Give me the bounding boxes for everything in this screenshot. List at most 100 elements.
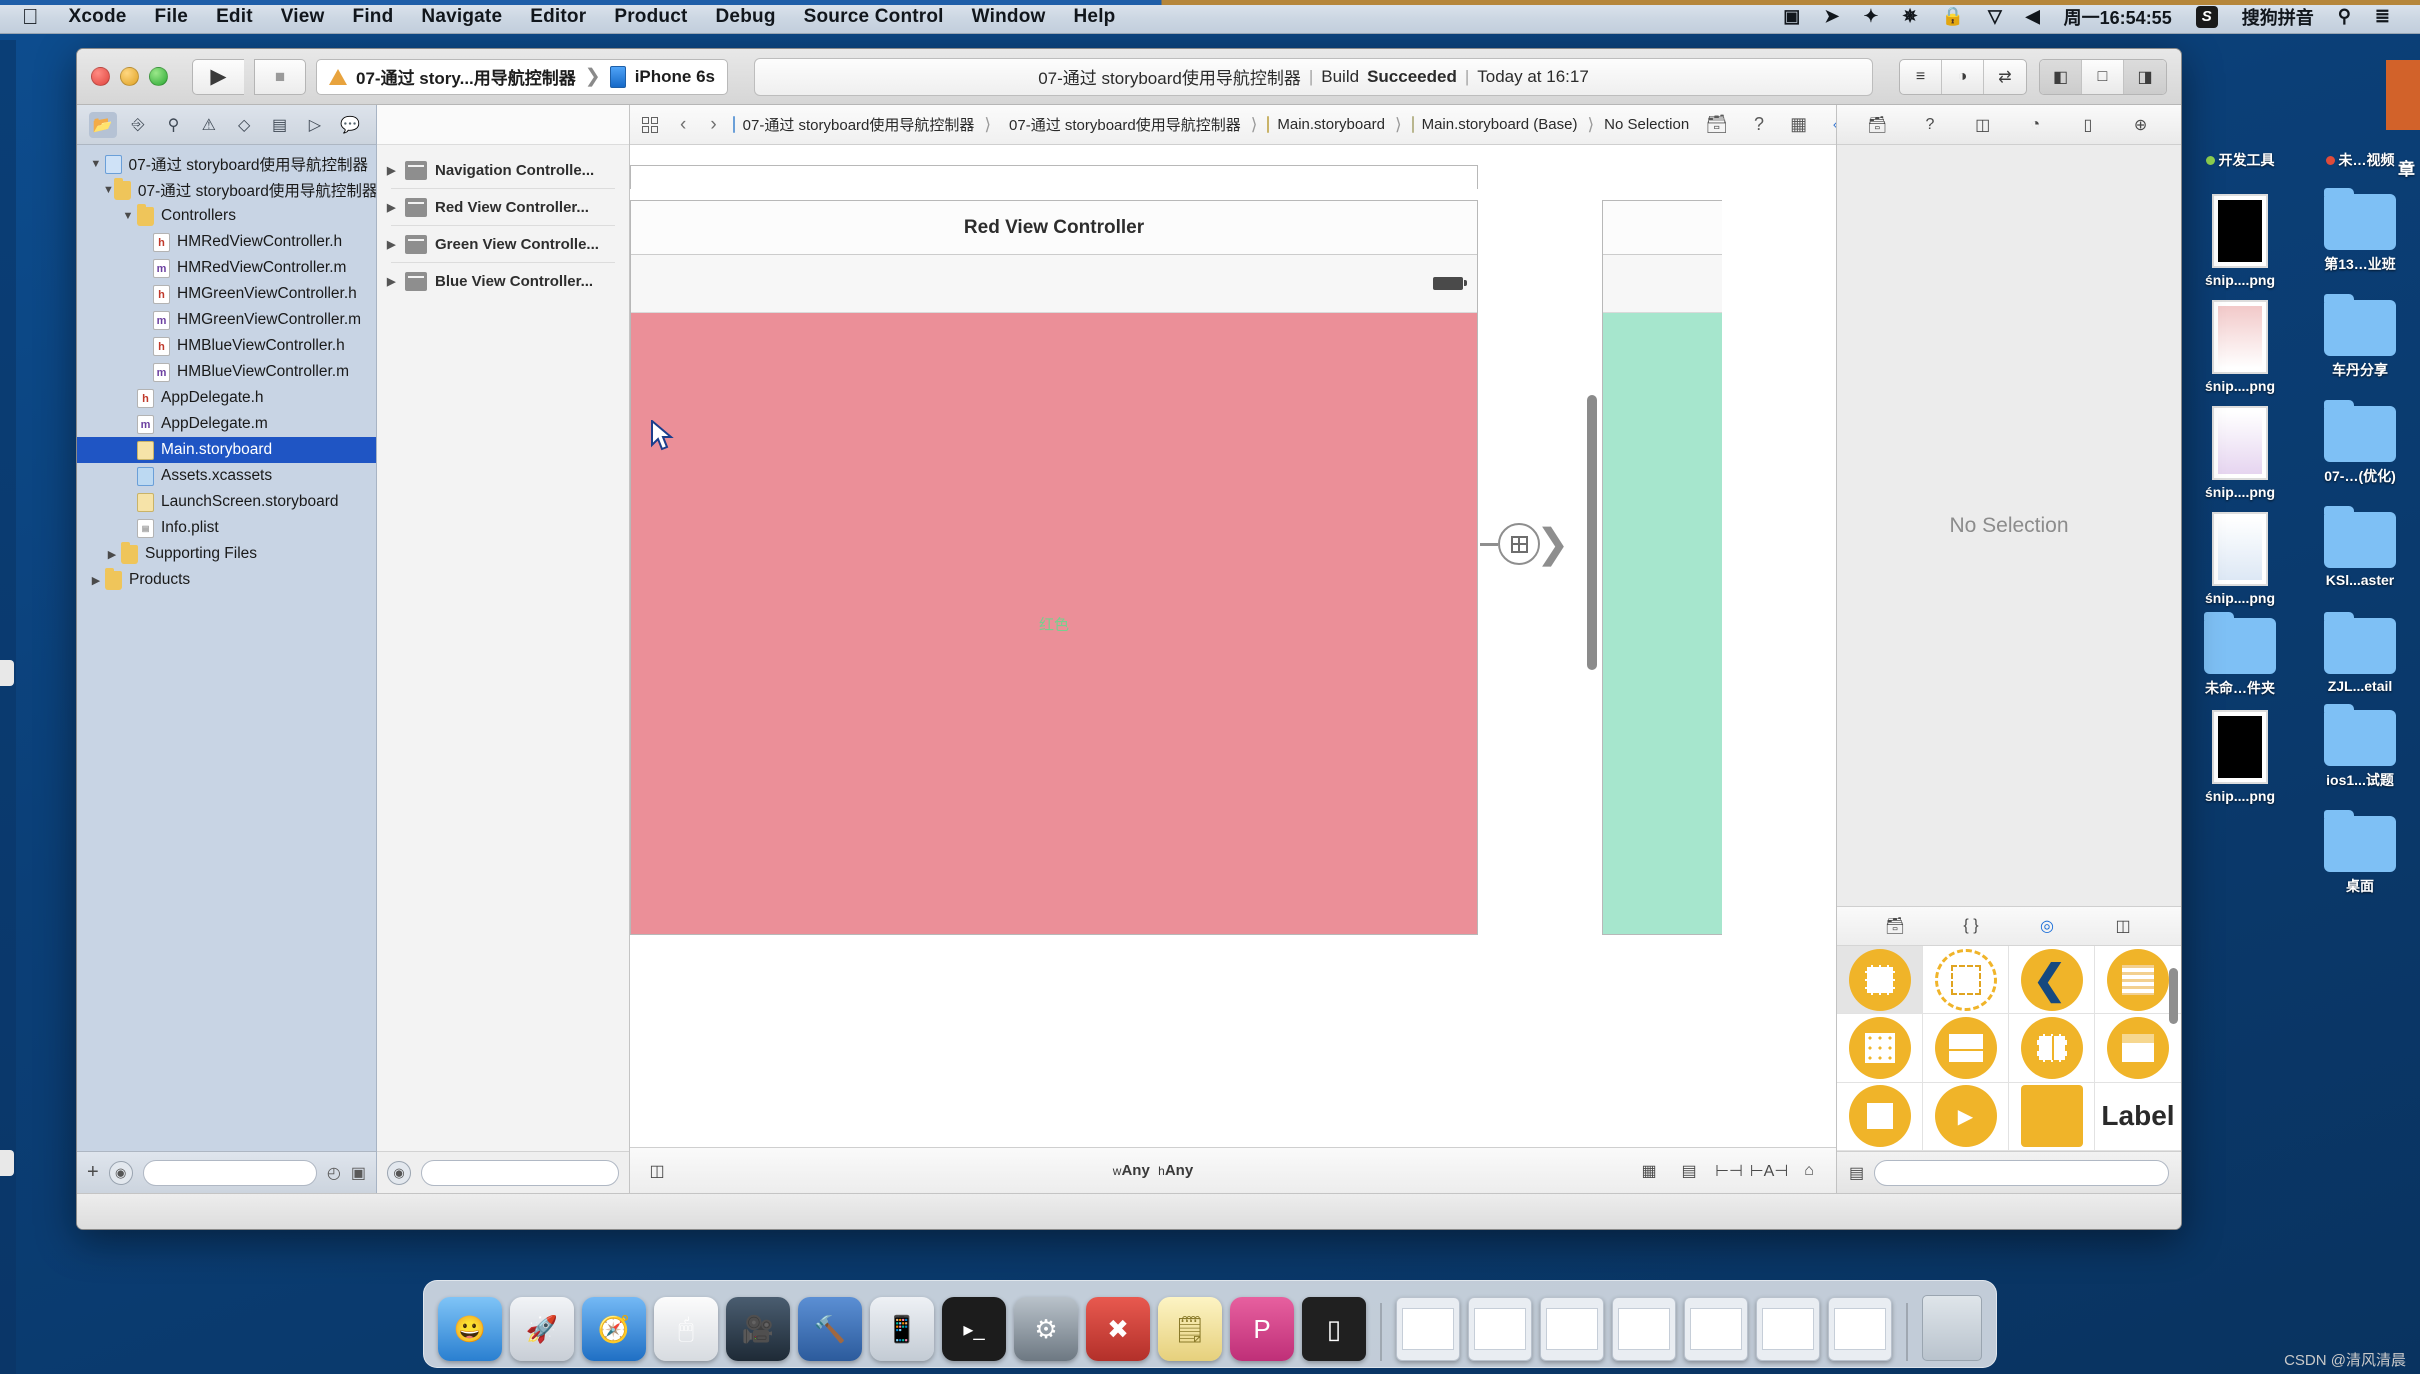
view-toggle-segmented-control[interactable]: ◧ □ ◨ <box>2039 58 2167 95</box>
pin-icon[interactable]: ⊢A⊣ <box>1750 1159 1789 1183</box>
size-inspector-tab[interactable]: ▯ <box>2074 112 2102 138</box>
help-icon[interactable]: ? <box>1754 114 1764 135</box>
minimized-window-6[interactable] <box>1756 1297 1820 1361</box>
desktop-icon[interactable]: KSl...aster <box>2300 506 2420 610</box>
toggle-debug-area-button[interactable]: □ <box>2082 59 2124 94</box>
finder-dock-icon[interactable]: 😀 <box>438 1297 502 1361</box>
toggle-outline-icon[interactable]: ◫ <box>644 1159 670 1183</box>
align-icon[interactable]: ⊢⊣ <box>1715 1159 1743 1183</box>
minimize-button[interactable] <box>120 67 139 86</box>
resolve-issues-icon[interactable]: ⌂ <box>1796 1159 1822 1183</box>
scene-red-view-controller[interactable]: Red View Controller 红色 <box>630 200 1478 935</box>
desktop-icon[interactable]: śnip....png <box>2180 508 2300 610</box>
desktop-icon[interactable]: 07-…(优化) <box>2300 400 2420 504</box>
disclosure-triangle-icon[interactable]: ▶ <box>87 574 105 587</box>
navigation-controller-object[interactable]: ❮ <box>2009 946 2095 1015</box>
add-file-button[interactable]: + <box>87 1161 99 1184</box>
tree-row-file[interactable]: Assets.xcassets <box>77 463 376 489</box>
breadcrumb[interactable]: ‹ › 07-通过 storyboard使用导航控制器 ⟩ 07-通过 stor… <box>630 105 1923 145</box>
keynote-dock-icon[interactable]: P <box>1230 1297 1294 1361</box>
edited-icon[interactable]: ▣ <box>351 1163 366 1183</box>
control-center-icon[interactable]: ≣ <box>2363 6 2402 27</box>
apple-logo-icon[interactable]:  <box>22 5 39 28</box>
dock[interactable]: 😀 🚀 🧭 🖱 🎥 🔨 📱 ▸_ ⚙ ✖ 🗒 P ▯ <box>423 1280 1997 1368</box>
iphone-dock-icon[interactable]: ▯ <box>1302 1297 1366 1361</box>
test-navigator-tab[interactable]: ◇ <box>230 112 258 138</box>
location-icon[interactable]: ➤ <box>1812 6 1851 27</box>
glkit-view-controller-object[interactable] <box>1837 1082 1923 1151</box>
label-object[interactable]: Label <box>2095 1083 2181 1151</box>
debug-navigator-tab[interactable]: ▤ <box>266 112 294 138</box>
canvas-vertical-scrollbar[interactable] <box>1587 395 1597 670</box>
editor-mode-segmented-control[interactable]: ≡ ◑ ⇄ <box>1899 58 2027 95</box>
disclosure-triangle-icon[interactable]: ▼ <box>119 210 137 222</box>
breadcrumb-item-group[interactable]: 07-通过 storyboard使用导航控制器 <box>1009 114 1241 135</box>
menu-item-find[interactable]: Find <box>339 6 408 28</box>
storyboard-canvas[interactable]: Red View Controller 红色 ❯ <box>630 145 1836 1147</box>
outline-row-red-view-controller[interactable]: ▶ Red View Controller... <box>377 192 629 222</box>
symbol-navigator-tab[interactable]: ⚲ <box>159 112 187 138</box>
outline-filter-input[interactable] <box>421 1159 619 1186</box>
mac-menu-bar[interactable]:  Xcode File Edit View Find Navigate Edi… <box>0 0 2420 34</box>
identity-inspector-tab[interactable]: ◫ <box>1969 112 1997 138</box>
tree-row-file[interactable]: m AppDelegate.m <box>77 411 376 437</box>
run-button[interactable]: ▶ <box>192 58 244 95</box>
scene-partial-top[interactable] <box>630 165 1478 189</box>
scene-green-view[interactable] <box>1603 313 1722 934</box>
menu-item-product[interactable]: Product <box>600 6 701 28</box>
quick-help-inspector-tab[interactable]: ? <box>1916 112 1944 138</box>
disclosure-triangle-icon[interactable]: ▶ <box>387 275 405 288</box>
tree-row-file[interactable]: h AppDelegate.h <box>77 385 376 411</box>
hidden-window-tab-2[interactable] <box>0 1150 14 1176</box>
library-filter-input[interactable] <box>1874 1159 2169 1186</box>
filter-icon[interactable]: ◉ <box>387 1160 411 1185</box>
screen-record-icon[interactable]: ▣ <box>1771 6 1812 27</box>
disclosure-triangle-icon[interactable]: ▶ <box>387 164 405 177</box>
bluetooth-icon[interactable]: ✦ <box>1851 6 1890 27</box>
desktop-icon[interactable]: śnip....png <box>2180 706 2300 808</box>
scheme-selector[interactable]: 07-通过 story...用导航控制器 ❯ iPhone 6s <box>316 58 729 95</box>
xmind-dock-icon[interactable]: ✖ <box>1086 1297 1150 1361</box>
minimized-window-1[interactable] <box>1396 1297 1460 1361</box>
list-view-icon[interactable]: ▤ <box>1849 1163 1864 1183</box>
safari-dock-icon[interactable]: 🧭 <box>582 1297 646 1361</box>
embed-in-icon[interactable]: ▤ <box>1676 1159 1702 1183</box>
view-as-icon[interactable]: ▦ <box>1636 1159 1662 1183</box>
desktop-icon[interactable]: 车丹分享 <box>2300 294 2420 398</box>
segue-arrow-icon[interactable]: ❯ <box>1480 523 1570 565</box>
page-view-controller-object[interactable] <box>2095 1014 2181 1083</box>
code-snippet-library-tab[interactable]: { } <box>1956 912 1986 940</box>
object-library-tab[interactable]: ◎ <box>2032 912 2062 940</box>
tab-bar-controller-object[interactable] <box>1923 1014 2009 1083</box>
desktop-icon[interactable]: śnip....png <box>2180 190 2300 292</box>
view-controller-object[interactable] <box>1837 946 1923 1015</box>
library-tab-bar[interactable]: 🗃 { } ◎ ◫ <box>1837 906 2181 946</box>
tree-row-file[interactable]: LaunchScreen.storyboard <box>77 489 376 515</box>
disclosure-triangle-icon[interactable]: ▶ <box>103 548 121 561</box>
menu-item-window[interactable]: Window <box>958 6 1060 28</box>
issue-navigator-tab[interactable]: ⚠ <box>195 112 223 138</box>
tree-row-main-storyboard[interactable]: Main.storyboard <box>77 437 376 463</box>
object-library-grid[interactable]: ❮ ▶ Label <box>1837 946 2181 1151</box>
project-navigator-tab[interactable]: 📂 <box>88 111 117 138</box>
menu-item-edit[interactable]: Edit <box>202 6 267 28</box>
menu-item-editor[interactable]: Editor <box>516 6 600 28</box>
disclosure-triangle-icon[interactable]: ▼ <box>103 184 114 196</box>
scene-red-view[interactable]: 红色 <box>631 313 1477 934</box>
tree-row-controllers[interactable]: ▼ Controllers <box>77 203 376 229</box>
trash-dock-icon[interactable] <box>1922 1295 1982 1361</box>
tree-row-file[interactable]: m HMRedViewController.m <box>77 255 376 281</box>
object-cube[interactable] <box>2009 1082 2095 1151</box>
desktop-icon[interactable]: ios1...试题 <box>2300 704 2420 808</box>
tree-row-file[interactable]: ▤ Info.plist <box>77 515 376 541</box>
desktop-icon[interactable]: 桌面 <box>2300 810 2420 900</box>
menu-item-debug[interactable]: Debug <box>702 6 790 28</box>
avkit-player-controller-object[interactable]: ▶ <box>1923 1082 2009 1151</box>
connections-inspector-tab[interactable]: ⊕ <box>2127 112 2155 138</box>
breadcrumb-item-project[interactable]: 07-通过 storyboard使用导航控制器 <box>743 114 975 135</box>
storyboard-reference-object[interactable] <box>1923 946 2009 1015</box>
tree-row-file[interactable]: m HMGreenViewController.m <box>77 307 376 333</box>
collection-view-controller-object[interactable] <box>1837 1014 1923 1083</box>
tree-row-group[interactable]: ▼ 07-通过 storyboard使用导航控制器 <box>77 177 376 203</box>
notes-dock-icon[interactable]: 🗒 <box>1158 1297 1222 1361</box>
